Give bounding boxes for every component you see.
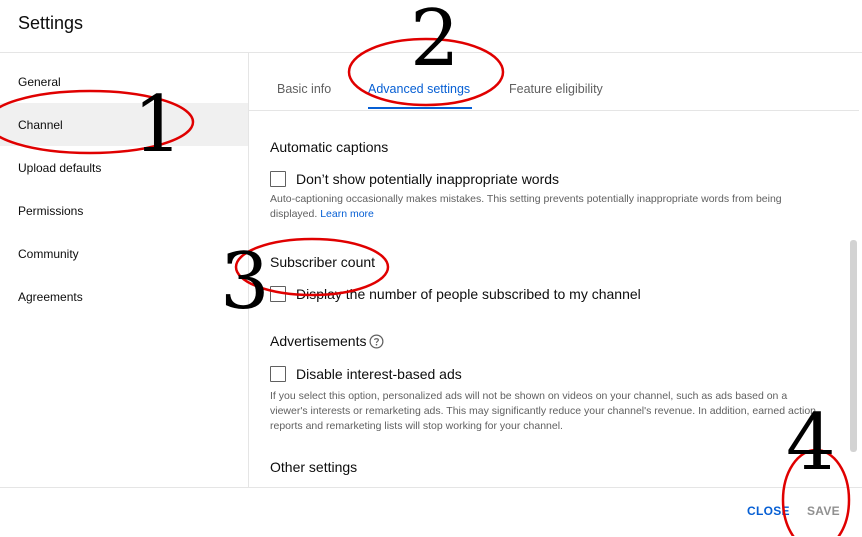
sidebar-item-community[interactable]: Community bbox=[0, 232, 248, 275]
save-button[interactable]: SAVE bbox=[807, 504, 840, 518]
ads-section-title: Advertisements bbox=[270, 333, 367, 349]
annotation-number-4: 4 bbox=[786, 398, 836, 488]
sidebar-item-upload-defaults[interactable]: Upload defaults bbox=[0, 146, 248, 189]
dialog-footer: CLOSE SAVE bbox=[0, 487, 862, 537]
settings-tabs: Basic info Advanced settings Feature eli… bbox=[249, 53, 859, 111]
sidebar-item-permissions[interactable]: Permissions bbox=[0, 189, 248, 232]
sidebar-item-general[interactable]: General bbox=[0, 60, 248, 103]
inappropriate-words-checkbox[interactable] bbox=[270, 171, 286, 187]
tab-basic-info[interactable]: Basic info bbox=[277, 82, 331, 96]
tab-feature-eligibility[interactable]: Feature eligibility bbox=[509, 82, 603, 96]
inappropriate-words-label: Don’t show potentially inappropriate wor… bbox=[296, 171, 560, 187]
sidebar-item-label: General bbox=[18, 75, 61, 89]
interest-ads-checkbox[interactable] bbox=[270, 366, 286, 382]
help-icon[interactable] bbox=[369, 334, 384, 349]
ads-description: If you select this option, personalized … bbox=[270, 390, 817, 432]
sidebar-item-label: Upload defaults bbox=[18, 161, 102, 175]
captions-section-title: Automatic captions bbox=[270, 139, 389, 155]
captions-description: Auto-captioning occasionally makes mista… bbox=[270, 192, 825, 222]
sidebar-item-channel[interactable]: Channel bbox=[0, 103, 248, 146]
interest-ads-label: Disable interest-based ads bbox=[296, 366, 462, 382]
settings-sidebar: General Channel Upload defaults Permissi… bbox=[0, 53, 249, 487]
learn-more-link[interactable]: Learn more bbox=[320, 208, 374, 220]
content-scrollbar[interactable] bbox=[850, 240, 857, 452]
dialog-title: Settings bbox=[18, 13, 84, 33]
annotation-number-1: 1 bbox=[133, 80, 183, 170]
sidebar-item-agreements[interactable]: Agreements bbox=[0, 275, 248, 318]
subscriber-section-title: Subscriber count bbox=[270, 254, 376, 270]
tab-advanced-settings[interactable]: Advanced settings bbox=[368, 82, 470, 96]
sidebar-item-label: Channel bbox=[18, 118, 63, 132]
other-settings-title: Other settings bbox=[270, 459, 358, 475]
sidebar-item-label: Permissions bbox=[18, 204, 84, 218]
close-button[interactable]: CLOSE bbox=[747, 504, 790, 518]
advanced-settings-panel: Automatic captions Don’t show potentiall… bbox=[249, 111, 849, 487]
sidebar-item-label: Agreements bbox=[18, 290, 83, 304]
subscriber-count-label: Display the number of people subscribed … bbox=[296, 286, 641, 302]
annotation-number-2: 2 bbox=[410, 0, 460, 84]
subscriber-count-checkbox[interactable] bbox=[270, 286, 286, 302]
annotation-number-3: 3 bbox=[220, 237, 270, 327]
active-tab-indicator bbox=[368, 107, 472, 109]
sidebar-item-label: Community bbox=[18, 247, 79, 261]
